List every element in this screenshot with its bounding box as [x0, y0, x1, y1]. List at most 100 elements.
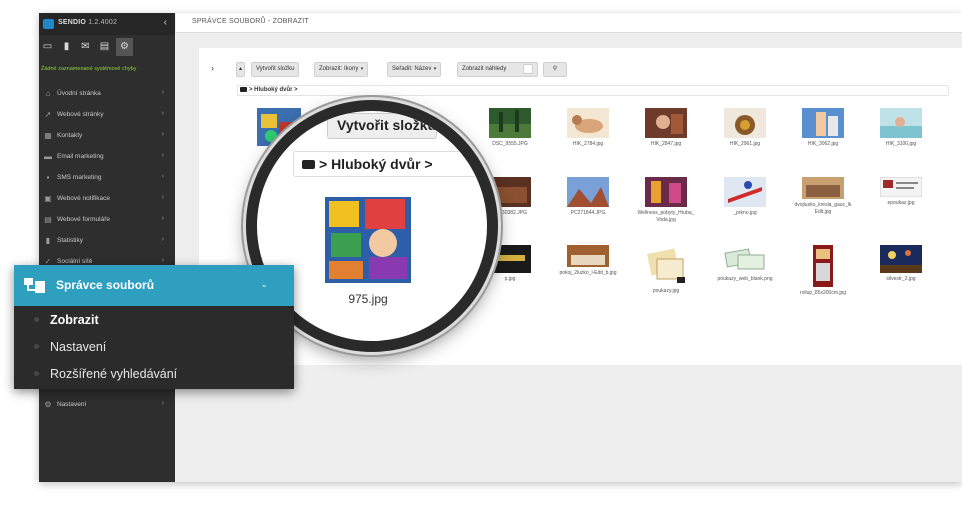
- file-item[interactable]: pokoj_2luzko_l-Edit_b.jpg: [559, 245, 617, 277]
- file-item[interactable]: rollup_85x200cm.jpg: [794, 245, 852, 297]
- sort-dropdown[interactable]: Seřadit: Název ▾: [387, 62, 442, 77]
- file-thumbnail: [645, 245, 687, 285]
- file-manager-flyout-menu: Správce souborů ⌄ Zobrazit Nastavení Roz…: [14, 265, 294, 389]
- flyout-header[interactable]: Správce souborů ⌄: [14, 265, 294, 306]
- brand-bar: SENDIO 1.2.4002 ‹: [39, 13, 175, 35]
- file-item[interactable]: HIK_2847.jpg: [637, 108, 695, 148]
- chevron-right-icon: ›: [161, 215, 164, 222]
- file-thumbnail: [880, 245, 922, 273]
- chevron-right-icon: ›: [161, 173, 164, 180]
- chevron-right-icon: ›: [161, 89, 164, 96]
- file-item[interactable]: poukazy.jpg: [637, 245, 695, 295]
- sidebar-item-settings[interactable]: ⚙ Nastavení ›: [39, 395, 175, 415]
- page-header: SPRÁVCE SOUBORŮ - ZOBRAZIT: [176, 13, 962, 33]
- file-thumbnail: [802, 177, 844, 199]
- file-thumbnail: [645, 108, 687, 138]
- file-item[interactable]: epoukaz.jpg: [872, 177, 930, 207]
- file-thumbnail: [880, 177, 922, 197]
- zoomed-breadcrumb: > Hluboký dvůr >: [293, 151, 487, 177]
- folder-icon: [302, 160, 315, 169]
- file-thumbnail: [645, 177, 687, 207]
- stats-icon: ▮: [45, 236, 51, 245]
- up-folder-button[interactable]: ▴: [236, 62, 246, 77]
- file-item[interactable]: _prkno.jpg: [716, 177, 774, 217]
- folder-icon: [240, 87, 247, 92]
- sidebar-toolbar: ▭ ▮ ✉ ▤ ⚙: [39, 38, 175, 56]
- flyout-item-advanced-search[interactable]: Rozšířené vyhledávání: [14, 361, 294, 388]
- file-thumbnail: [567, 108, 609, 138]
- mail-icon[interactable]: ✉: [79, 41, 92, 53]
- sms-icon: ▪: [46, 173, 50, 182]
- file-item[interactable]: PC271844.JPG: [559, 177, 617, 217]
- file-item[interactable]: HIK_2961.jpg: [716, 108, 774, 148]
- sidebar-item-websites[interactable]: ➚ Webové stránky ›: [39, 105, 175, 125]
- cursor-icon: ➚: [44, 110, 52, 119]
- file-thumbnail: [724, 245, 766, 273]
- sendio-logo: [43, 19, 54, 29]
- chevron-down-icon: ⌄: [260, 279, 268, 289]
- file-item[interactable]: HIK_3062.jpg: [794, 108, 852, 148]
- view-mode-dropdown[interactable]: Zobrazit: Ikony ▾: [314, 62, 369, 77]
- file-thumbnail: [880, 108, 922, 138]
- file-item[interactable]: DSC_9555.JPG: [481, 108, 539, 148]
- collapse-sidebar-icon[interactable]: ‹: [164, 17, 167, 28]
- chevron-right-icon: ›: [161, 110, 164, 117]
- system-status: Žádné zaznamenané systémové chyby: [41, 66, 137, 72]
- sidebar-item-web-notifications[interactable]: ▣ Webové notifikace ›: [39, 189, 175, 209]
- sidebar-item-web-forms[interactable]: ▤ Webové formuláře ›: [39, 210, 175, 230]
- create-folder-button[interactable]: Vytvořit složku: [251, 62, 300, 77]
- chevron-right-icon: ›: [161, 131, 164, 138]
- search-button[interactable]: ⚲: [543, 62, 567, 77]
- show-previews-checkbox[interactable]: [523, 64, 533, 74]
- file-thumbnail: [724, 177, 766, 207]
- zoomed-file-thumbnail[interactable]: [325, 197, 411, 283]
- bullet-icon: [34, 344, 39, 349]
- app-version: 1.2.4002: [88, 19, 118, 26]
- file-thumbnail: [567, 177, 609, 207]
- bullet-icon: [34, 317, 39, 322]
- sidebar: SENDIO 1.2.4002 ‹ ▭ ▮ ✉ ▤ ⚙ Žádné zaznam…: [39, 13, 175, 482]
- settings-icon[interactable]: ⚙: [116, 38, 133, 56]
- file-item[interactable]: silvestr_2.jpg: [872, 245, 930, 283]
- chevron-right-icon: ›: [161, 236, 164, 243]
- search-icon: ⚲: [552, 66, 558, 72]
- home-icon: ⌂: [45, 89, 51, 98]
- file-thumbnail: [724, 108, 766, 138]
- file-item[interactable]: HIK_3100.jpg: [872, 108, 930, 148]
- file-item[interactable]: poukazy_web_blank.png: [716, 245, 774, 283]
- sidebar-item-sms-marketing[interactable]: ▪ SMS marketing ›: [39, 168, 175, 188]
- file-thumbnail: [489, 108, 531, 138]
- sidebar-item-contacts[interactable]: ▦ Kontakty ›: [39, 126, 175, 146]
- sidebar-item-home[interactable]: ⌂ Úvodní stránka ›: [39, 84, 175, 104]
- notification-icon: ▣: [44, 194, 52, 203]
- flyout-item-settings[interactable]: Nastavení: [14, 334, 294, 361]
- file-icon[interactable]: ▮: [60, 41, 73, 53]
- chevron-right-icon: ›: [161, 194, 164, 201]
- breadcrumb: > Hluboký dvůr >: [237, 85, 949, 96]
- caret-down-icon: ▾: [359, 66, 364, 72]
- chevron-right-icon: ›: [161, 400, 164, 407]
- file-thumbnail: [813, 245, 833, 287]
- sidebar-item-email-marketing[interactable]: ▬ Email marketing ›: [39, 147, 175, 167]
- file-item[interactable]: HIK_2784.jpg: [559, 108, 617, 148]
- page-title: SPRÁVCE SOUBORŮ - ZOBRAZIT: [192, 18, 309, 25]
- zoomed-file-name: 975.jpg: [348, 292, 388, 306]
- bullet-icon: [34, 371, 39, 376]
- gear-icon: ⚙: [44, 400, 52, 409]
- flyout-title: Správce souborů: [56, 278, 155, 292]
- file-thumbnail: [802, 108, 844, 138]
- caret-down-icon: ▾: [432, 66, 437, 72]
- chevron-right-icon: ›: [161, 152, 164, 159]
- chat-icon[interactable]: ▤: [98, 41, 111, 53]
- file-item[interactable]: dvojluzko_kresla_gauc_lkEdit.jpg: [794, 177, 852, 216]
- file-thumbnail: [567, 245, 609, 267]
- dashboard-icon[interactable]: ▭: [41, 41, 54, 53]
- flyout-item-view[interactable]: Zobrazit: [14, 307, 294, 334]
- tree-toggle-icon[interactable]: ›: [211, 63, 214, 73]
- zoomed-create-folder-label: Vytvořit složku: [337, 117, 437, 133]
- file-item[interactable]: Wellness_pobyty_Hruba_Voda.jpg: [637, 177, 695, 224]
- sidebar-item-statistics[interactable]: ▮ Statistiky ›: [39, 231, 175, 251]
- contacts-icon: ▦: [44, 131, 52, 140]
- email-icon: ▬: [44, 152, 52, 161]
- chevron-right-icon: ›: [161, 257, 164, 264]
